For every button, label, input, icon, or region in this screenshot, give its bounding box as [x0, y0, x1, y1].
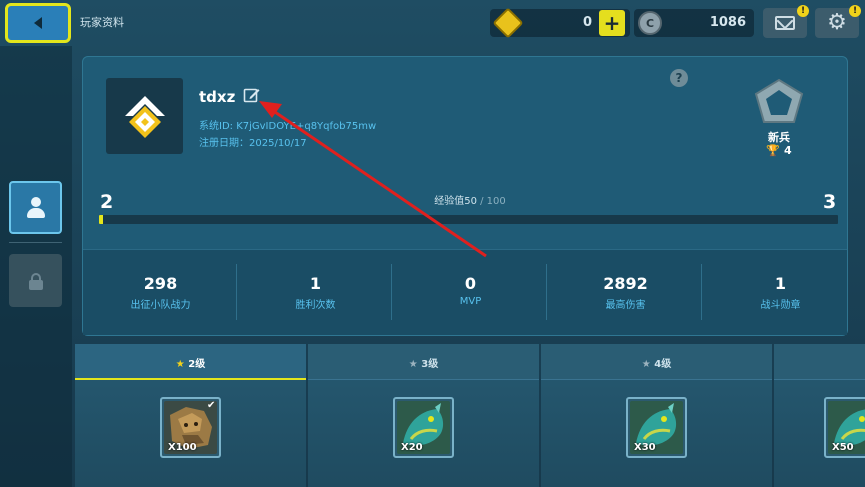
top-bar: 玩家资料 0 + C 1086 ! ⚙ ! — [0, 0, 865, 46]
coin-value: 0 — [582, 15, 592, 30]
reward-quantity: X100 — [168, 442, 197, 453]
stat-value: 2892 — [603, 274, 648, 293]
chevron-left-icon — [34, 17, 42, 29]
tier-card[interactable]: X50 — [774, 344, 865, 487]
current-level: 2 — [100, 191, 114, 213]
exp-max: / 100 — [476, 196, 506, 207]
tier-label: ★ 2级 — [75, 355, 306, 370]
stat-divider — [701, 264, 702, 320]
tier-tab[interactable]: ★ 2级 — [75, 344, 306, 380]
sidebar-tab-profile[interactable] — [9, 181, 62, 234]
sidebar — [0, 46, 72, 487]
stat-label: 出征小队战力 — [130, 300, 191, 311]
exp-title: 经验值 — [434, 196, 465, 207]
reward-quantity: X30 — [634, 442, 656, 453]
tier-card[interactable]: ★ 4级 X30 — [541, 344, 772, 487]
stat-value: 1 — [309, 274, 322, 293]
system-id: 系统ID: K7jGvIDOYE+q8Yqfob75mw — [199, 121, 377, 132]
trophy-count: 🏆 4 — [752, 144, 806, 157]
stat-value: 1 — [774, 274, 787, 293]
reward-quantity: X20 — [401, 442, 423, 453]
add-coins-button[interactable]: + — [599, 10, 625, 36]
stats-row: 298 出征小队战力 1 胜利次数 0 MVP 2892 最高伤害 1 战斗勋章 — [83, 249, 847, 335]
person-icon — [26, 196, 46, 219]
reward-item[interactable]: ✔ X100 — [160, 397, 221, 458]
tier-tab[interactable]: ★ 4级 — [541, 344, 772, 380]
star-icon: ★ — [175, 359, 185, 370]
gear-icon: ⚙ — [827, 10, 847, 35]
exp-value: 50 — [464, 196, 477, 207]
star-icon: ★ — [408, 359, 418, 370]
rank-name: 新兵 — [768, 131, 790, 144]
stat-value: 298 — [143, 274, 178, 293]
stat-divider — [546, 264, 547, 320]
stat-max-damage: 2892 最高伤害 — [548, 250, 703, 336]
reward-quantity: X50 — [832, 442, 854, 453]
owned-check-icon: ✔ — [207, 400, 216, 411]
tier-tab[interactable] — [774, 344, 865, 380]
next-level: 3 — [823, 191, 837, 213]
lock-icon — [28, 272, 43, 290]
rank-badge-icon — [754, 78, 804, 123]
avatar[interactable] — [106, 78, 183, 154]
sidebar-divider — [9, 242, 62, 243]
reward-item[interactable]: X20 — [393, 397, 454, 458]
stat-value: 0 — [464, 274, 477, 293]
star-icon: ★ — [641, 359, 651, 370]
tier-label: ★ 4级 — [541, 355, 772, 370]
stat-squad-power: 298 出征小队战力 — [83, 250, 238, 336]
stat-label: 最高伤害 — [605, 300, 646, 311]
tier-card[interactable]: ★ 3级 X20 — [308, 344, 539, 487]
reward-item[interactable]: X30 — [626, 397, 687, 458]
notification-badge: ! — [797, 5, 809, 17]
stat-label: MVP — [459, 296, 482, 307]
exp-progress-fill — [99, 215, 103, 224]
tier-label: ★ 3级 — [308, 355, 539, 370]
page-title: 玩家资料 — [80, 16, 124, 29]
exp-label: 经验值50 / 100 — [380, 192, 560, 207]
trophy-icon: 🏆 — [766, 144, 781, 157]
register-date: 注册日期：2025/10/17 — [199, 138, 307, 149]
notification-badge: ! — [849, 5, 861, 17]
edit-name-icon[interactable] — [243, 86, 261, 104]
back-button[interactable] — [5, 3, 71, 43]
settings-button[interactable]: ⚙ ! — [815, 5, 861, 38]
tier-tab[interactable]: ★ 3级 — [308, 344, 539, 380]
help-icon[interactable]: ? — [670, 69, 688, 87]
tier-level: 3级 — [421, 359, 439, 370]
tier-level: 4级 — [654, 359, 672, 370]
trophy-value: 4 — [783, 144, 792, 157]
stat-wins: 1 胜利次数 — [238, 250, 393, 336]
sidebar-tab-locked[interactable] — [9, 254, 62, 307]
username: tdxz — [199, 88, 236, 106]
stat-divider — [236, 264, 237, 320]
stat-label: 胜利次数 — [295, 300, 336, 311]
exp-progress-bar — [99, 215, 838, 224]
tier-card[interactable]: ★ 2级 ✔ X100 — [75, 344, 306, 487]
mail-button[interactable]: ! — [763, 5, 809, 38]
stat-divider — [391, 264, 392, 320]
gem-icon: C — [638, 11, 662, 35]
stat-label: 战斗勋章 — [760, 300, 801, 311]
reward-item[interactable]: X50 — [824, 397, 865, 458]
stat-mvp: 0 MVP — [393, 250, 548, 336]
tier-level: 2级 — [188, 359, 206, 370]
player-emblem-icon — [124, 96, 165, 138]
gem-value: 1086 — [709, 15, 746, 30]
stat-medals: 1 战斗勋章 — [703, 250, 858, 336]
mail-icon — [775, 16, 795, 30]
tier-rewards: ★ 2级 ✔ X100 ★ 3级 X20 ★ 4级 X30 X50 — [75, 344, 865, 487]
